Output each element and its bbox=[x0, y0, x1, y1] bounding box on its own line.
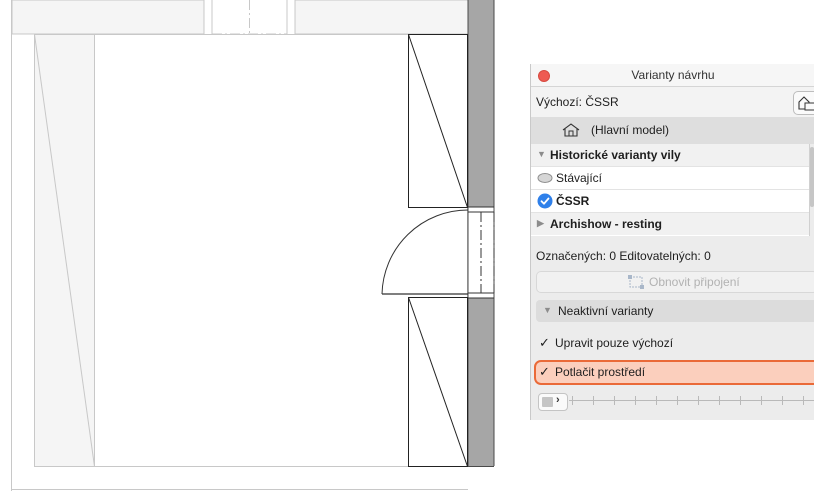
edit-default-only-label: Upravit pouze výchozí bbox=[555, 336, 674, 350]
disclosure-closed-icon[interactable]: ▶ bbox=[537, 218, 544, 229]
house-stack-icon bbox=[798, 96, 814, 111]
refresh-connection-button[interactable]: Obnovit připojení bbox=[536, 271, 814, 293]
house-icon bbox=[562, 123, 580, 137]
gray-swatch-icon bbox=[542, 397, 553, 407]
disclosure-open-icon[interactable]: ▼ bbox=[537, 149, 546, 159]
color-swatch-popup[interactable]: › bbox=[538, 393, 568, 411]
edit-default-only-checkbox[interactable]: ✓ Upravit pouze výchozí bbox=[536, 332, 814, 354]
group-label: Archishow - resting bbox=[550, 217, 663, 231]
right-wall-upper bbox=[468, 0, 494, 207]
checkmark-icon: ✓ bbox=[539, 364, 550, 379]
variant-settings-button[interactable] bbox=[793, 91, 814, 115]
list-scrollbar[interactable] bbox=[810, 147, 814, 207]
disclosure-open-icon[interactable]: ▼ bbox=[543, 305, 552, 315]
slider-tick bbox=[761, 396, 762, 405]
list-item-label: Stávající bbox=[556, 171, 603, 185]
room-outline bbox=[34, 34, 468, 467]
list-group-archishow[interactable]: ▶ Archishow - resting bbox=[531, 213, 809, 235]
group-label: Historické varianty vily bbox=[550, 148, 681, 162]
slider-track[interactable] bbox=[569, 400, 814, 401]
panel-titlebar[interactable]: Varianty návrhu bbox=[531, 64, 814, 87]
list-item-label: ČSSR bbox=[556, 194, 590, 208]
top-wall-right bbox=[294, 0, 469, 35]
panel-title: Varianty návrhu bbox=[631, 68, 715, 82]
design-variants-panel: Varianty návrhu Výchozí: ČSSR (Hlavní mo… bbox=[530, 64, 814, 420]
list-item-cssr[interactable]: ČSSR bbox=[531, 190, 809, 212]
slider-tick bbox=[719, 396, 720, 405]
default-variant-label: Výchozí: ČSSR bbox=[536, 95, 619, 109]
suppress-environment-checkbox[interactable]: ✓ Potlačit prostředí bbox=[536, 361, 814, 383]
checkmark-circle-icon bbox=[537, 193, 553, 209]
slider-tick bbox=[698, 396, 699, 405]
slider-tick bbox=[614, 396, 615, 405]
inactive-variants-section[interactable]: ▼ Neaktivní varianty bbox=[536, 300, 814, 322]
slider-tick bbox=[635, 396, 636, 405]
slider-tick bbox=[740, 396, 741, 405]
inactive-variants-label: Neaktivní varianty bbox=[558, 304, 654, 318]
list-group-historic[interactable]: ▼ Historické varianty vily bbox=[531, 144, 809, 166]
slider-tick bbox=[656, 396, 657, 405]
refresh-connection-label: Obnovit připojení bbox=[649, 275, 740, 289]
checkmark-icon: ✓ bbox=[539, 335, 550, 350]
top-wall-left bbox=[11, 0, 205, 35]
variants-list: ▼ Historické varianty vily Stávající ČSS… bbox=[531, 144, 810, 236]
slider-tick bbox=[677, 396, 678, 405]
list-item-existing[interactable]: Stávající bbox=[531, 167, 809, 189]
transparency-slider[interactable]: › bbox=[536, 390, 814, 412]
main-model-row[interactable]: (Hlavní model) bbox=[531, 117, 814, 144]
inactive-variant-icon bbox=[537, 173, 553, 183]
refresh-connection-icon bbox=[628, 275, 644, 289]
slider-tick bbox=[803, 396, 804, 405]
main-model-label: (Hlavní model) bbox=[591, 123, 670, 137]
slider-tick bbox=[593, 396, 594, 405]
slider-tick bbox=[572, 396, 573, 405]
default-variant-row: Výchozí: ČSSR bbox=[531, 87, 814, 117]
chevron-right-icon: › bbox=[556, 394, 560, 406]
suppress-environment-label: Potlačit prostředí bbox=[555, 365, 646, 379]
slider-tick bbox=[782, 396, 783, 405]
selection-counts: Označených: 0 Editovatelných: 0 bbox=[536, 249, 711, 263]
right-wall-lower bbox=[468, 298, 494, 466]
